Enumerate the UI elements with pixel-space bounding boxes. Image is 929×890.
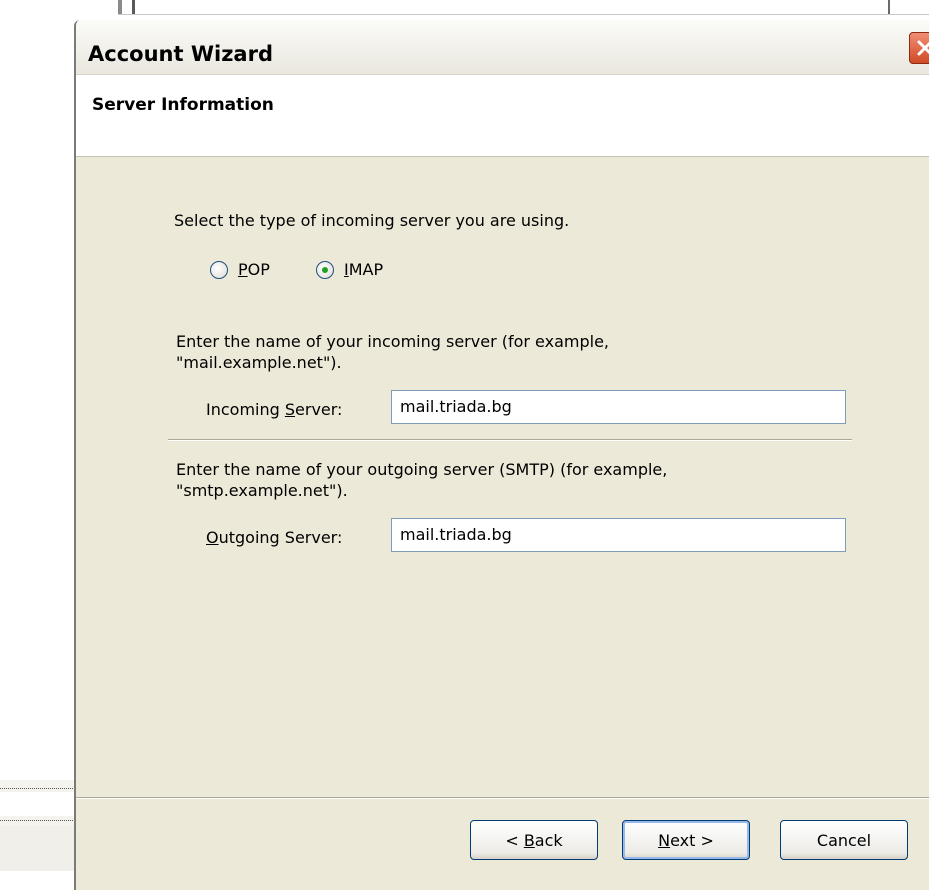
back-button[interactable]: < Back [470,820,598,860]
background-divider [0,788,79,789]
page-title: Server Information [92,95,274,115]
background-band [0,826,79,871]
incoming-description: Enter the name of your incoming server (… [176,332,610,351]
background-window-top [118,0,929,15]
radio-pop[interactable]: POP [210,260,270,279]
incoming-server-input[interactable]: mail.triada.bg [391,390,846,424]
wizard-page-header: Server Information [76,75,929,157]
account-wizard-dialog: Account Wizard Server Information Select… [74,20,929,890]
outgoing-server-label: Outgoing Server: [206,528,343,547]
outgoing-server-input[interactable]: mail.triada.bg [391,518,846,552]
cancel-button[interactable]: Cancel [780,820,908,860]
cancel-button-label: Cancel [816,830,872,850]
radio-imap-label[interactable]: IMAP [344,260,383,279]
dialog-title: Account Wizard [88,42,273,66]
incoming-server-label: Incoming Server: [206,400,343,419]
close-button[interactable] [909,32,929,64]
background-divider [0,820,79,821]
radio-imap-circle[interactable] [316,260,334,279]
radio-pop-circle[interactable] [210,260,228,279]
background-band [0,792,79,816]
title-bar[interactable]: Account Wizard [76,20,929,75]
next-button[interactable]: Next > [622,820,750,860]
radio-imap[interactable]: IMAP [316,260,383,279]
outgoing-description: Enter the name of your outgoing server (… [176,460,668,479]
server-type-prompt: Select the type of incoming server you a… [174,211,570,230]
background-border [118,0,122,14]
incoming-description-example: "mail.example.net"). [176,353,342,372]
background-border [132,0,135,14]
next-button-label: Next > [658,830,714,850]
background-border [888,0,890,14]
close-icon [917,40,929,56]
radio-pop-label[interactable]: POP [238,260,270,279]
outgoing-description-example: "smtp.example.net"). [176,481,348,500]
back-button-label: < Back [505,830,563,850]
footer-divider [76,797,929,799]
section-divider [168,439,852,441]
background-window-left [0,780,79,871]
wizard-page-content: Select the type of incoming server you a… [76,157,929,797]
